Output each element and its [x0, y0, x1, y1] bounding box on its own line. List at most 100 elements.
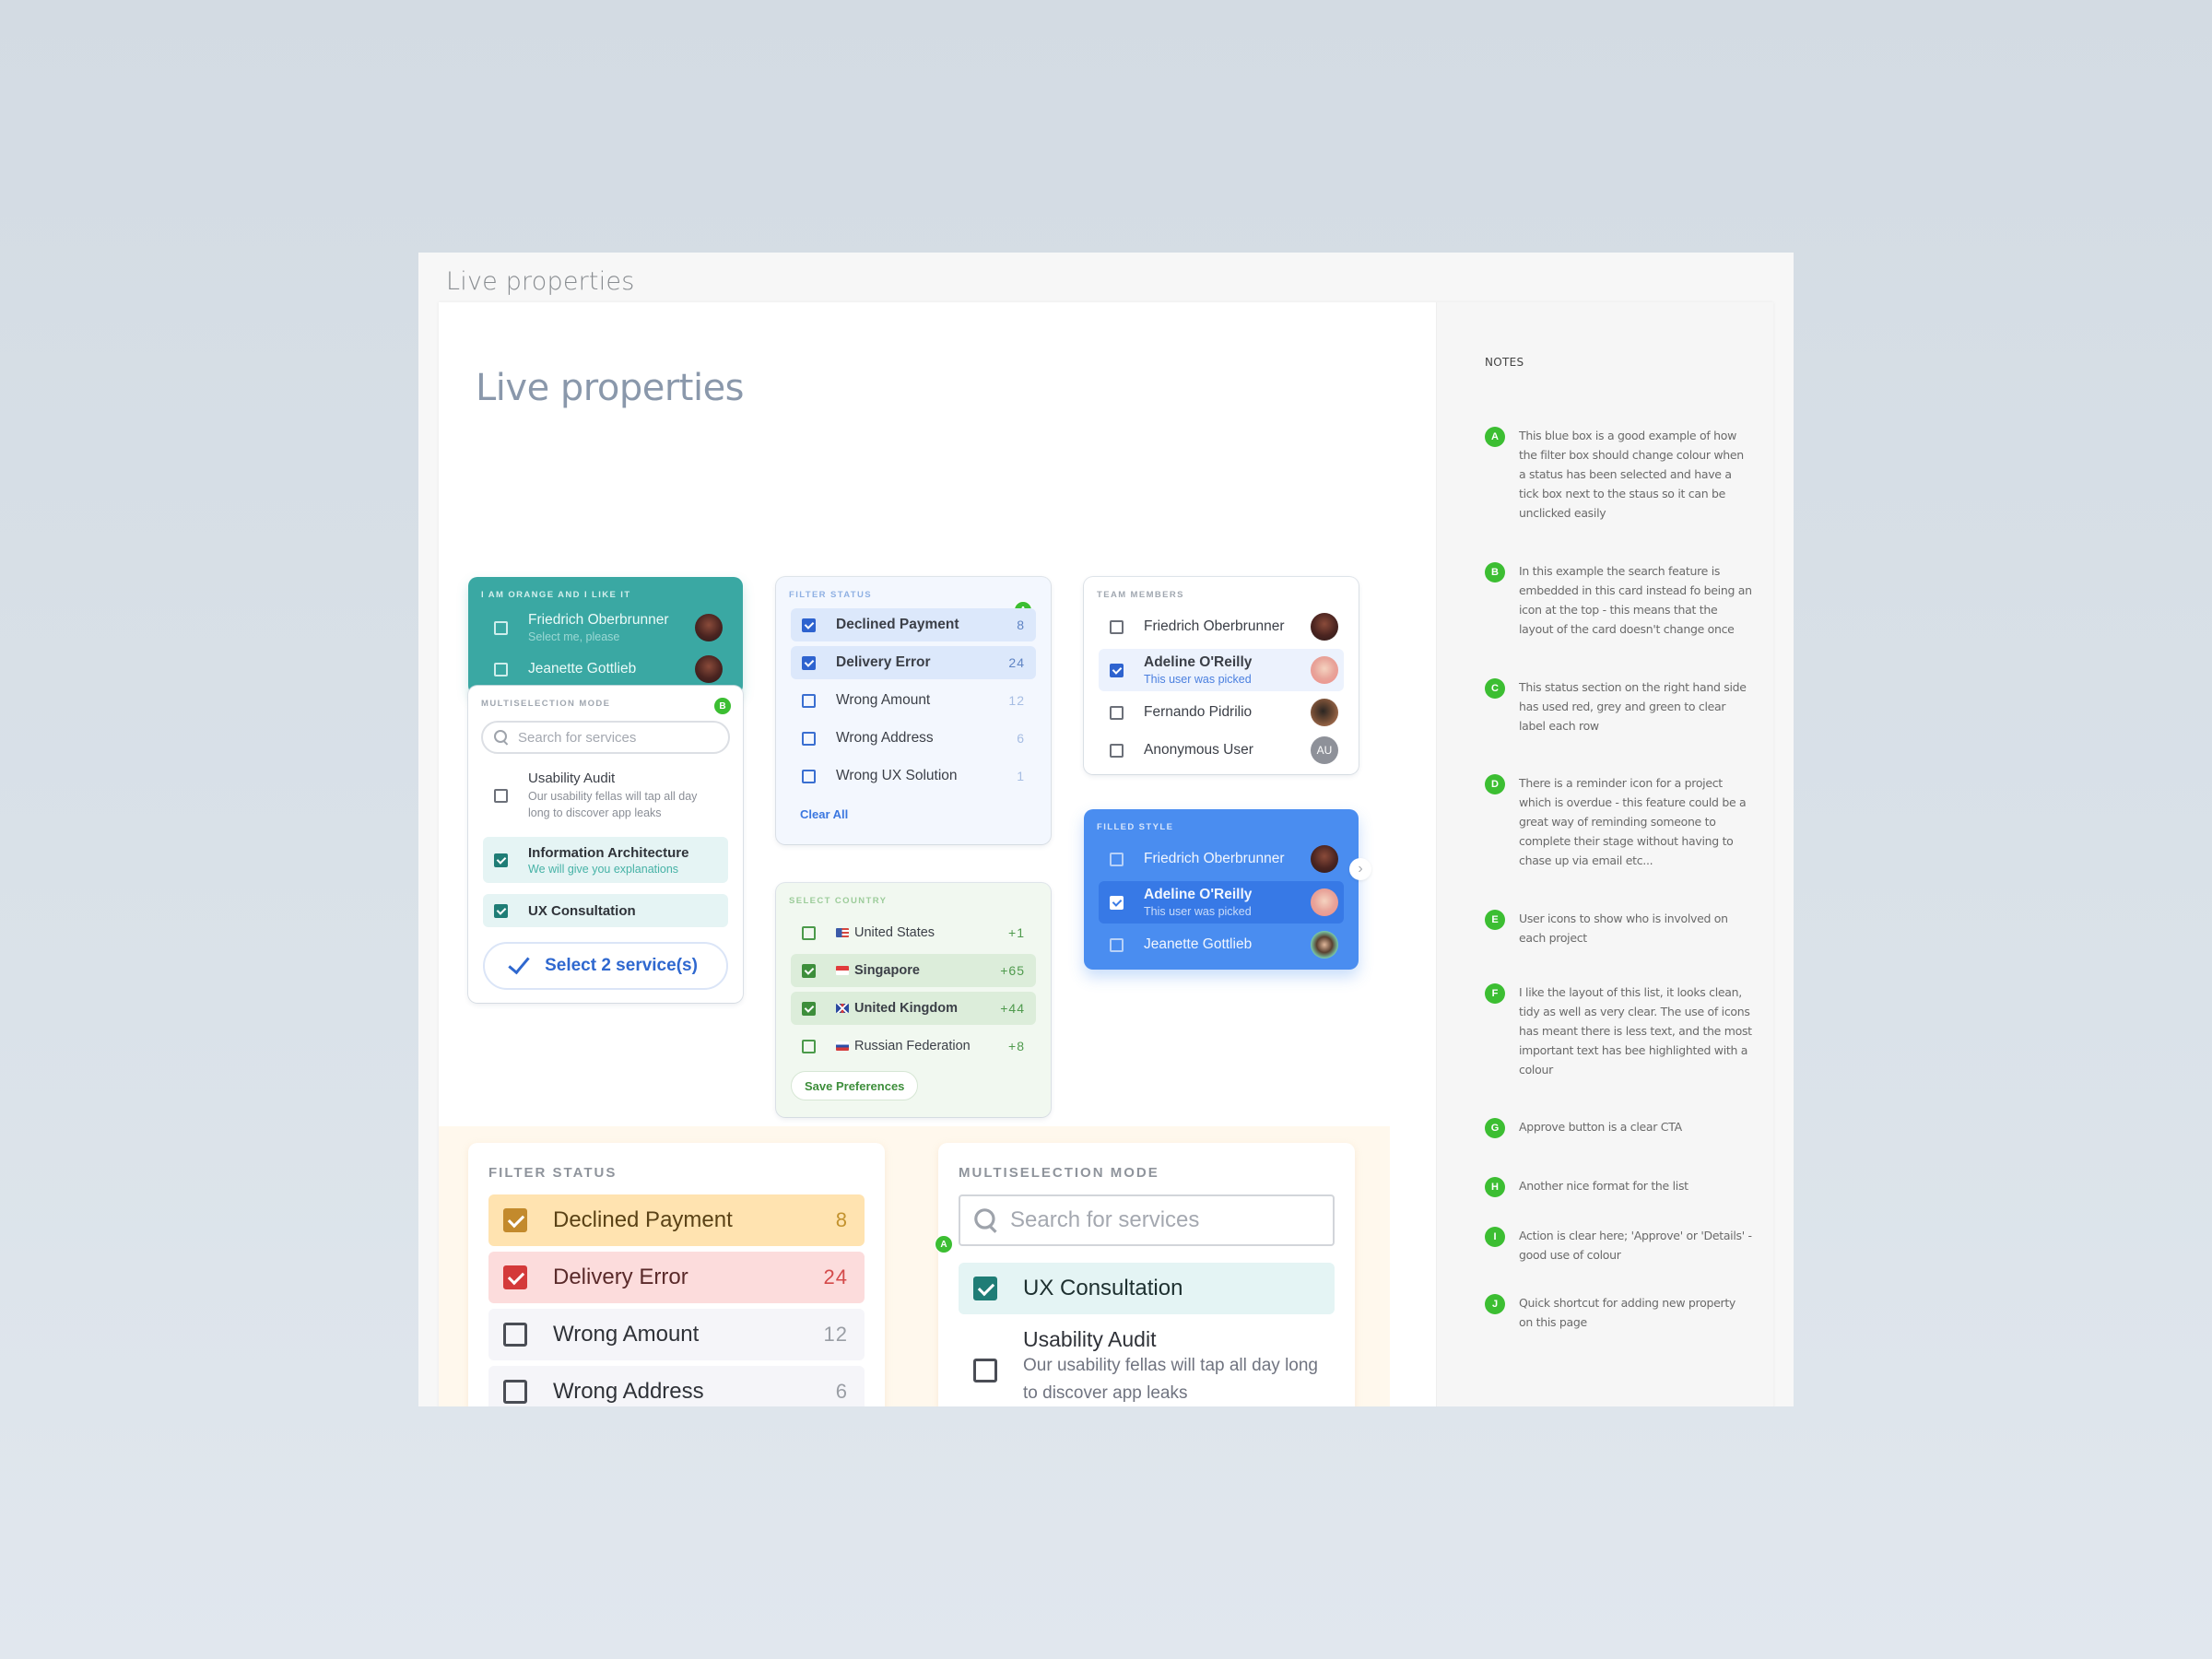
list-item[interactable]: Wrong Address 6 — [791, 722, 1036, 755]
checkbox[interactable] — [1110, 663, 1124, 677]
list-item[interactable]: Friedrich Oberbrunner — [1099, 842, 1344, 876]
list-item[interactable]: Russian Federation +8 — [791, 1030, 1036, 1063]
item-name: Adeline O'Reilly — [1144, 654, 1253, 670]
select-country-card: SELECT COUNTRY United States +1 Singapor… — [776, 883, 1051, 1117]
checkbox[interactable] — [973, 1277, 997, 1300]
services-card: MULTISELECTION MODE B Search for service… — [468, 686, 743, 1003]
item-subtitle: This user was picked — [1144, 905, 1252, 918]
note-marker-a: A — [935, 1235, 953, 1253]
flag-uk-icon — [836, 1004, 849, 1013]
checkbox[interactable] — [494, 903, 508, 918]
list-item[interactable]: Usability Audit Our usability fellas wil… — [959, 1327, 1335, 1406]
list-item[interactable]: Friedrich Oberbrunner — [1099, 610, 1344, 643]
item-name: Adeline O'Reilly — [1144, 887, 1253, 902]
item-count: 1 — [1017, 769, 1025, 783]
checkbox[interactable] — [503, 1380, 527, 1404]
checkbox[interactable] — [494, 853, 508, 867]
list-item[interactable]: Wrong UX Solution 1 — [791, 759, 1036, 793]
note-badge: J — [1485, 1294, 1505, 1314]
checkbox[interactable] — [1110, 619, 1124, 634]
note-badge: B — [1485, 562, 1505, 582]
list-item[interactable]: Friedrich Oberbrunner Select me, please — [483, 608, 728, 647]
note-text: Quick shortcut for adding new property o… — [1519, 1296, 1736, 1329]
enlarged-section: FILTER STATUS Declined Payment 8 Deliver… — [439, 1126, 1390, 1406]
chevron-right-icon[interactable]: › — [1349, 858, 1371, 880]
list-item[interactable]: Usability Audit Our usability fellas wil… — [483, 765, 728, 826]
checkbox[interactable] — [802, 963, 816, 978]
note-badge: I — [1485, 1227, 1505, 1247]
checkbox[interactable] — [802, 693, 816, 708]
item-name: Declined Payment — [836, 617, 959, 632]
select-services-button[interactable]: Select 2 service(s) — [483, 942, 728, 990]
item-name: Jeanette Gottlieb — [1144, 936, 1253, 952]
big-filter-status-card: FILTER STATUS Declined Payment 8 Deliver… — [468, 1143, 885, 1406]
item-count: 8 — [835, 1208, 848, 1231]
list-item[interactable]: Wrong Amount 12 — [488, 1309, 865, 1360]
checkbox[interactable] — [802, 618, 816, 632]
note-item: H Another nice format for the list — [1485, 1177, 1752, 1197]
checkbox[interactable] — [1110, 937, 1124, 952]
checkbox[interactable] — [802, 731, 816, 746]
list-item[interactable]: Adeline O'Reilly This user was picked — [1099, 881, 1344, 924]
list-item[interactable]: Wrong Address 6 — [488, 1366, 865, 1406]
list-item[interactable]: Information Architecture We will give yo… — [483, 837, 728, 883]
list-item[interactable]: Fernando Pidrilio — [1099, 696, 1344, 729]
checkbox[interactable] — [1110, 705, 1124, 720]
checkbox[interactable] — [802, 1039, 816, 1053]
checkbox[interactable] — [802, 769, 816, 783]
checkbox[interactable] — [503, 1323, 527, 1347]
card-label: I AM ORANGE AND I LIKE IT — [481, 590, 631, 600]
notes-title: NOTES — [1485, 356, 1524, 369]
checkbox[interactable] — [802, 655, 816, 670]
item-count: 6 — [835, 1380, 848, 1403]
clear-all-button[interactable]: Clear All — [800, 807, 848, 821]
checkbox[interactable] — [973, 1359, 997, 1382]
list-item[interactable]: Anonymous User AU — [1099, 734, 1344, 767]
list-item[interactable]: UX Consultation — [959, 1263, 1335, 1314]
list-item[interactable]: Declined Payment 8 — [488, 1194, 865, 1246]
note-text: This status section on the right hand si… — [1519, 680, 1747, 733]
list-item[interactable]: United States +1 — [791, 916, 1036, 949]
list-item[interactable]: United Kingdom +44 — [791, 992, 1036, 1025]
checkbox[interactable] — [1110, 895, 1124, 910]
card-label: MULTISELECTION MODE — [481, 699, 611, 709]
item-name: Delivery Error — [553, 1265, 688, 1289]
list-item[interactable]: Jeanette Gottlieb — [483, 653, 728, 686]
list-item[interactable]: Jeanette Gottlieb — [1099, 928, 1344, 961]
item-name: Singapore — [854, 963, 920, 978]
list-item[interactable]: Delivery Error 24 — [791, 646, 1036, 679]
list-item[interactable]: Declined Payment 8 — [791, 608, 1036, 641]
item-subtitle: Our usability fellas will tap all day lo… — [1023, 1356, 1318, 1403]
checkbox[interactable] — [494, 662, 508, 677]
item-name: UX Consultation — [1023, 1276, 1183, 1300]
list-item[interactable]: Delivery Error 24 — [488, 1252, 865, 1303]
item-name: Wrong Amount — [836, 692, 931, 708]
list-item[interactable]: UX Consultation — [483, 894, 728, 927]
card-label: SELECT COUNTRY — [789, 896, 888, 906]
list-item[interactable]: Adeline O'Reilly This user was picked — [1099, 649, 1344, 691]
checkbox[interactable] — [494, 620, 508, 635]
big-multiselect-card: MULTISELECTION MODE Search for services … — [935, 1143, 1355, 1406]
checkbox[interactable] — [802, 925, 816, 940]
note-text: In this example the search feature is em… — [1519, 564, 1752, 636]
note-badge: A — [1485, 427, 1505, 447]
search-input[interactable]: Search for services — [481, 721, 730, 754]
item-name: Wrong Amount — [553, 1322, 700, 1347]
list-item[interactable]: Wrong Amount 12 — [791, 684, 1036, 717]
checkbox[interactable] — [503, 1265, 527, 1289]
search-input[interactable]: Search for services — [959, 1194, 1335, 1246]
checkbox[interactable] — [1110, 743, 1124, 758]
checkbox[interactable] — [802, 1001, 816, 1016]
save-preferences-button[interactable]: Save Preferences — [791, 1071, 919, 1100]
note-item: B In this example the search feature is … — [1485, 562, 1752, 639]
list-item[interactable]: Singapore +65 — [791, 954, 1036, 987]
checkbox[interactable] — [1110, 852, 1124, 866]
item-name: Anonymous User — [1144, 742, 1253, 758]
note-text: I like the layout of this list, it looks… — [1519, 985, 1752, 1077]
canvas: Live properties I AM ORANGE AND I LIKE I… — [439, 302, 1773, 1406]
item-subtitle: This user was picked — [1144, 673, 1252, 686]
checkbox[interactable] — [494, 788, 508, 803]
checkbox[interactable] — [503, 1208, 527, 1232]
item-count: 12 — [823, 1323, 848, 1346]
item-name: Jeanette Gottlieb — [528, 661, 637, 677]
